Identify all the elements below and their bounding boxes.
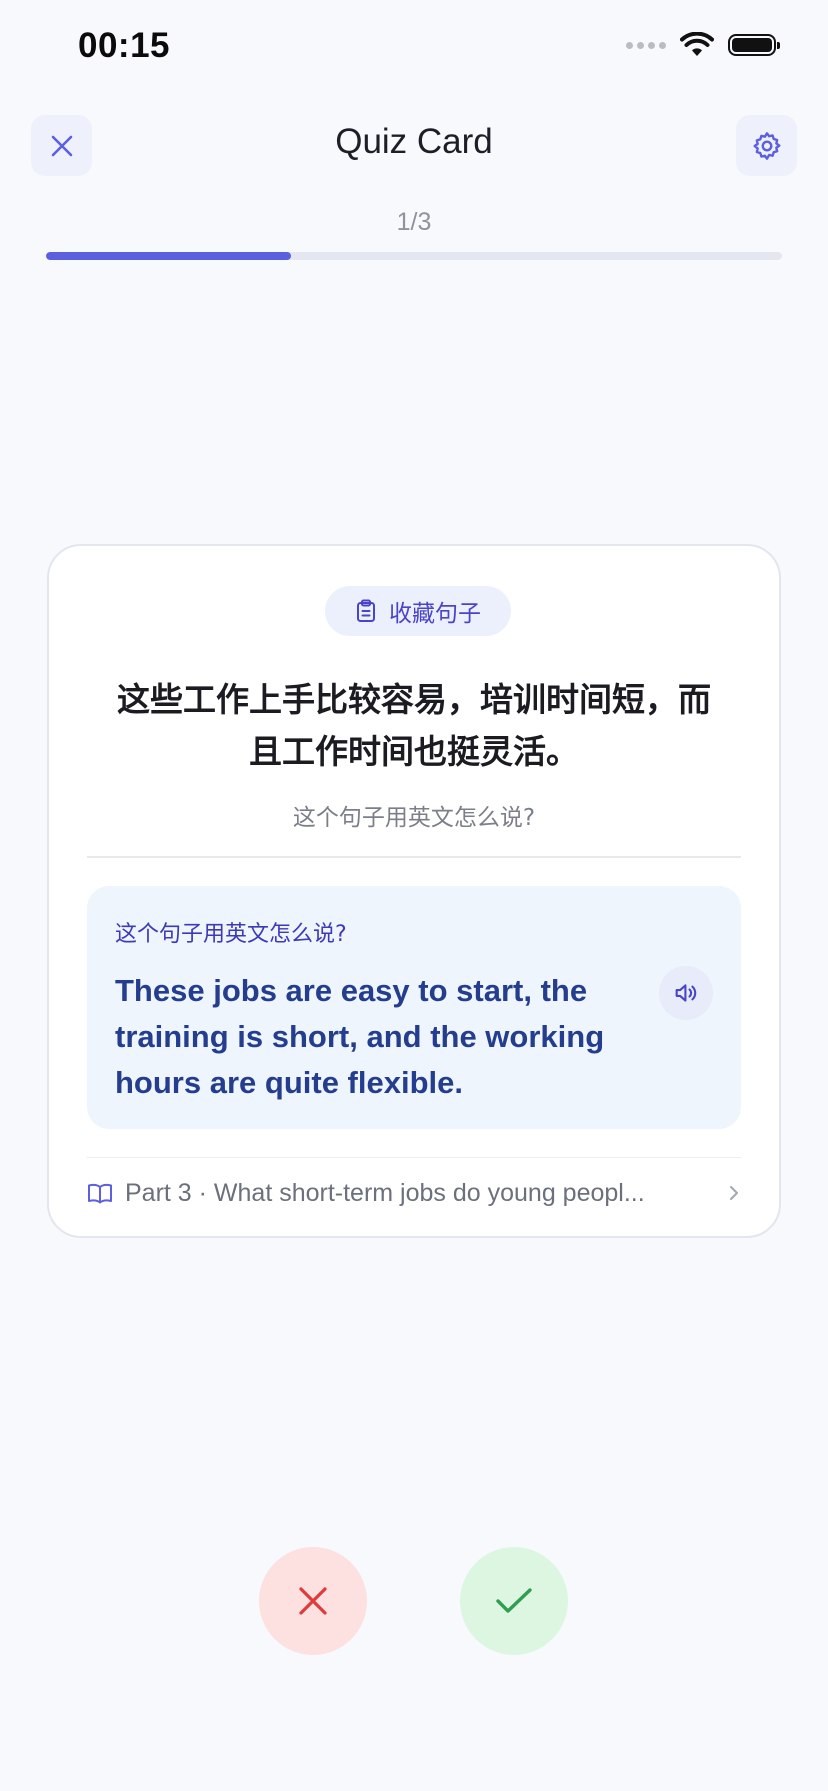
speaker-icon bbox=[675, 984, 697, 1002]
progress-fill bbox=[46, 252, 292, 260]
check-icon bbox=[496, 1588, 532, 1613]
answer-box: 这个句子用英文怎么说? These jobs are easy to start… bbox=[87, 886, 741, 1129]
chevron-right-icon bbox=[730, 1186, 738, 1200]
play-audio-button[interactable] bbox=[659, 966, 713, 1020]
cellular-signal-icon bbox=[626, 41, 666, 49]
gear-icon bbox=[753, 131, 780, 160]
quiz-card: 收藏句子 这些工作上手比较容易，培训时间短，而 且工作时间也挺灵活。 这个句子用… bbox=[47, 544, 781, 1238]
chinese-sentence-line: 这些工作上手比较容易，培训时间短，而 bbox=[117, 680, 711, 719]
page-title: Quiz Card bbox=[335, 122, 493, 161]
battery-icon bbox=[728, 34, 780, 56]
favorite-sentence-tag[interactable]: 收藏句子 bbox=[325, 586, 511, 636]
status-bar: 00:15 bbox=[0, 0, 828, 96]
divider bbox=[87, 1157, 741, 1158]
status-time: 00:15 bbox=[78, 26, 171, 65]
question-prompt: 这个句子用英文怎么说? bbox=[292, 805, 536, 831]
wifi-icon bbox=[680, 32, 714, 56]
status-icons bbox=[626, 32, 780, 58]
english-answer: These jobs are easy to start, the traini… bbox=[115, 973, 605, 1100]
source-text: Part 3 · What short-term jobs do young p… bbox=[125, 1178, 645, 1207]
clipboard-icon bbox=[357, 599, 375, 622]
chinese-sentence: 这些工作上手比较容易，培训时间短，而 且工作时间也挺灵活。 bbox=[89, 674, 739, 778]
answer-label: 这个句子用英文怎么说? bbox=[115, 922, 347, 947]
correct-button[interactable] bbox=[460, 1547, 568, 1655]
wrong-button[interactable] bbox=[259, 1547, 367, 1655]
book-icon bbox=[88, 1183, 112, 1204]
progress-bar bbox=[46, 252, 782, 260]
chinese-sentence-line: 且工作时间也挺灵活。 bbox=[249, 732, 579, 771]
progress-label: 1/3 bbox=[396, 208, 432, 236]
x-icon bbox=[299, 1587, 327, 1615]
divider bbox=[87, 856, 741, 858]
source-link[interactable]: Part 3 · What short-term jobs do young p… bbox=[87, 1168, 741, 1218]
settings-button[interactable] bbox=[736, 115, 797, 176]
tag-label: 收藏句子 bbox=[389, 601, 481, 627]
